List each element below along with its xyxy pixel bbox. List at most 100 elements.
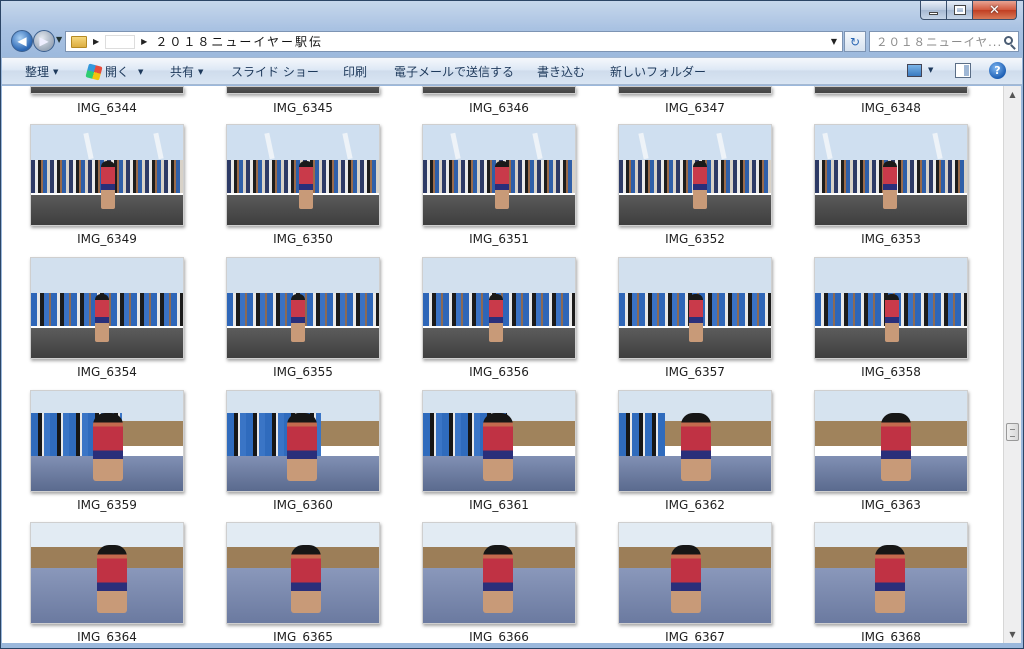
address-bar[interactable]: ▶ ▶ ２０１８ニューイヤー駅伝 ▼ <box>65 31 843 52</box>
new-folder-button[interactable]: 新しいフォルダー <box>610 62 706 81</box>
runner <box>93 413 123 481</box>
file-item[interactable]: IMG_6352 <box>615 124 775 246</box>
file-item[interactable]: IMG_6366 <box>419 522 579 643</box>
file-name: IMG_6351 <box>469 232 529 246</box>
search-icon[interactable] <box>1004 36 1013 45</box>
print-button[interactable]: 印刷 <box>343 62 367 81</box>
photo-thumbnail[interactable] <box>226 124 380 226</box>
photo-thumbnail[interactable] <box>226 522 380 624</box>
file-item[interactable]: IMG_6347 <box>615 86 775 115</box>
file-item[interactable]: IMG_6358 <box>811 257 971 379</box>
file-item[interactable]: IMG_6355 <box>223 257 383 379</box>
photo-thumbnail[interactable] <box>814 86 968 94</box>
photo-thumbnail[interactable] <box>226 257 380 359</box>
forward-button[interactable]: ▶ <box>33 30 55 52</box>
file-name: IMG_6360 <box>273 498 333 512</box>
photo-thumbnail[interactable] <box>814 124 968 226</box>
file-item[interactable]: IMG_6353 <box>811 124 971 246</box>
photo-thumbnail[interactable] <box>618 86 772 94</box>
share-button[interactable]: 共有 ▼ <box>170 62 203 81</box>
runner <box>885 294 899 342</box>
file-name: IMG_6366 <box>469 630 529 643</box>
photo-thumbnail[interactable] <box>30 124 184 226</box>
share-label: 共有 <box>170 65 195 79</box>
close-button[interactable]: ✕ <box>973 1 1017 20</box>
file-item[interactable]: IMG_6351 <box>419 124 579 246</box>
file-item[interactable]: IMG_6359 <box>27 390 187 512</box>
runner <box>291 545 321 613</box>
photo-thumbnail[interactable] <box>30 522 184 624</box>
file-name: IMG_6344 <box>77 101 137 115</box>
file-item[interactable]: IMG_6363 <box>811 390 971 512</box>
photo-thumbnail[interactable] <box>422 522 576 624</box>
navigation-row: ◀ ▶ ▼ ▶ ▶ ２０１８ニューイヤー駅伝 ▼ ↻ ２０１８ニューイヤ... <box>7 30 1019 54</box>
runner <box>881 413 911 481</box>
file-name: IMG_6359 <box>77 498 137 512</box>
chevron-down-icon: ▼ <box>138 67 144 76</box>
burn-button[interactable]: 書き込む <box>537 62 585 81</box>
file-item[interactable]: IMG_6344 <box>27 86 187 115</box>
maximize-button[interactable] <box>947 1 973 20</box>
file-name: IMG_6349 <box>77 232 137 246</box>
photo-thumbnail[interactable] <box>30 257 184 359</box>
open-button[interactable]: 開く ▼ <box>85 62 144 81</box>
file-item[interactable]: IMG_6345 <box>223 86 383 115</box>
file-item[interactable]: IMG_6360 <box>223 390 383 512</box>
file-item[interactable]: IMG_6367 <box>615 522 775 643</box>
file-name: IMG_6368 <box>861 630 921 643</box>
preview-pane-icon[interactable] <box>955 63 971 78</box>
scrollbar-thumb[interactable] <box>1006 423 1019 441</box>
file-item[interactable]: IMG_6365 <box>223 522 383 643</box>
refresh-button[interactable]: ↻ <box>844 31 866 52</box>
photo-thumbnail[interactable] <box>30 390 184 492</box>
organize-button[interactable]: 整理 ▼ <box>25 62 58 81</box>
breadcrumb-chevron-icon[interactable]: ▶ <box>93 37 99 46</box>
file-item[interactable]: IMG_6368 <box>811 522 971 643</box>
photo-thumbnail[interactable] <box>814 257 968 359</box>
scroll-down-icon[interactable]: ▼ <box>1004 626 1021 643</box>
app-icon <box>85 62 103 81</box>
file-item[interactable]: IMG_6346 <box>419 86 579 115</box>
breadcrumb-current-folder[interactable]: ２０１８ニューイヤー駅伝 <box>155 33 323 50</box>
photo-thumbnail[interactable] <box>618 124 772 226</box>
photo-thumbnail[interactable] <box>422 86 576 94</box>
chevron-down-icon[interactable]: ▼ <box>928 66 933 74</box>
scroll-up-icon[interactable]: ▲ <box>1004 86 1021 103</box>
runner <box>483 545 513 613</box>
file-item[interactable]: IMG_6350 <box>223 124 383 246</box>
vertical-scrollbar[interactable]: ▲ ▼ <box>1003 86 1021 643</box>
file-item[interactable]: IMG_6357 <box>615 257 775 379</box>
minimize-button[interactable] <box>920 1 947 20</box>
breadcrumb-chevron-icon[interactable]: ▶ <box>141 37 147 46</box>
file-item[interactable]: IMG_6348 <box>811 86 971 115</box>
search-input[interactable]: ２０１８ニューイヤ... <box>869 31 1019 52</box>
file-item[interactable]: IMG_6364 <box>27 522 187 643</box>
runner <box>101 161 115 209</box>
photo-thumbnail[interactable] <box>618 257 772 359</box>
help-icon[interactable]: ? <box>989 62 1006 79</box>
photo-thumbnail[interactable] <box>814 390 968 492</box>
runner <box>875 545 905 613</box>
file-item[interactable]: IMG_6354 <box>27 257 187 379</box>
photo-thumbnail[interactable] <box>422 257 576 359</box>
file-item[interactable]: IMG_6362 <box>615 390 775 512</box>
photo-thumbnail[interactable] <box>30 86 184 94</box>
photo-thumbnail[interactable] <box>618 390 772 492</box>
file-item[interactable]: IMG_6356 <box>419 257 579 379</box>
change-view-icon[interactable] <box>907 64 922 77</box>
photo-thumbnail[interactable] <box>226 86 380 94</box>
photo-thumbnail[interactable] <box>422 390 576 492</box>
back-button[interactable]: ◀ <box>11 30 33 52</box>
photo-thumbnail[interactable] <box>226 390 380 492</box>
file-item[interactable]: IMG_6349 <box>27 124 187 246</box>
slideshow-button[interactable]: スライド ショー <box>231 62 319 81</box>
photo-crowd <box>619 413 665 461</box>
photo-thumbnail[interactable] <box>422 124 576 226</box>
email-button[interactable]: 電子メールで送信する <box>394 62 514 81</box>
file-item[interactable]: IMG_6361 <box>419 390 579 512</box>
photo-thumbnail[interactable] <box>618 522 772 624</box>
search-placeholder: ２０１８ニューイヤ... <box>876 34 1003 49</box>
breadcrumb-hidden-segment[interactable] <box>105 34 136 49</box>
photo-thumbnail[interactable] <box>814 522 968 624</box>
address-dropdown-icon[interactable]: ▼ <box>826 32 842 51</box>
